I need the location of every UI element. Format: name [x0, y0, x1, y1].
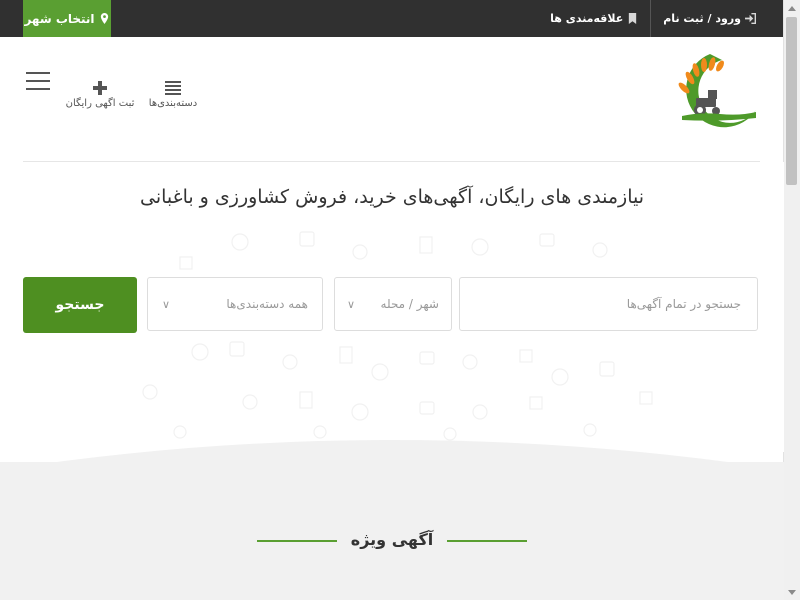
chevron-down-icon: ∨ — [347, 297, 356, 311]
bookmark-icon — [629, 13, 637, 24]
favorites-label: علاقه‌مندی ها — [550, 12, 624, 25]
nav-post-ad[interactable]: ثبت اگهی رایگان — [62, 80, 138, 109]
chevron-down-icon: ∨ — [162, 297, 171, 311]
category-select[interactable]: همه دسته‌بندی‌ها ∨ — [147, 277, 323, 331]
select-city-button[interactable]: انتخاب شهر — [23, 0, 111, 37]
site-logo[interactable] — [660, 50, 760, 134]
scrollbar-thumb[interactable] — [786, 17, 797, 185]
list-icon — [165, 81, 181, 95]
sign-in-icon — [745, 13, 756, 24]
search-placeholder: جستجو در تمام آگهی‌ها — [626, 297, 741, 311]
top-links: ورود / ثبت نام علاقه‌مندی ها — [538, 0, 768, 37]
scroll-down-arrow-icon[interactable] — [784, 584, 800, 600]
title-line-right — [447, 540, 527, 542]
page-scrollbar[interactable] — [783, 0, 800, 600]
hamburger-menu-icon[interactable] — [26, 72, 50, 90]
login-label: ورود / ثبت نام — [663, 12, 741, 25]
search-button[interactable]: جستجو — [23, 277, 137, 333]
map-marker-icon — [100, 13, 108, 24]
nav-post-ad-label: ثبت اگهی رایگان — [65, 98, 135, 109]
login-link[interactable]: ورود / ثبت نام — [651, 0, 768, 37]
search-input[interactable]: جستجو در تمام آگهی‌ها — [459, 277, 758, 331]
featured-title: آگهی ویژه — [350, 530, 434, 549]
favorites-link[interactable]: علاقه‌مندی ها — [538, 0, 652, 37]
hero-title: نیازمندی های رایگان، آگهی‌های خرید، فروش… — [139, 186, 645, 208]
nav-categories[interactable]: دسته‌بندی‌ها — [144, 80, 202, 109]
featured-section: آگهی ویژه — [0, 462, 784, 600]
select-city-label: انتخاب شهر — [24, 11, 95, 26]
plus-icon — [93, 81, 107, 95]
category-select-value: همه دسته‌بندی‌ها — [226, 297, 308, 311]
nav-categories-label: دسته‌بندی‌ها — [148, 98, 198, 109]
scroll-up-arrow-icon[interactable] — [784, 0, 800, 16]
city-select-placeholder: شهر / محله — [380, 297, 439, 311]
hero-section: نیازمندی های رایگان، آگهی‌های خرید، فروش… — [0, 162, 784, 452]
top-bar: انتخاب شهر ورود / ثبت نام علاقه‌مندی ها — [0, 0, 784, 37]
city-select[interactable]: شهر / محله ∨ — [334, 277, 452, 331]
